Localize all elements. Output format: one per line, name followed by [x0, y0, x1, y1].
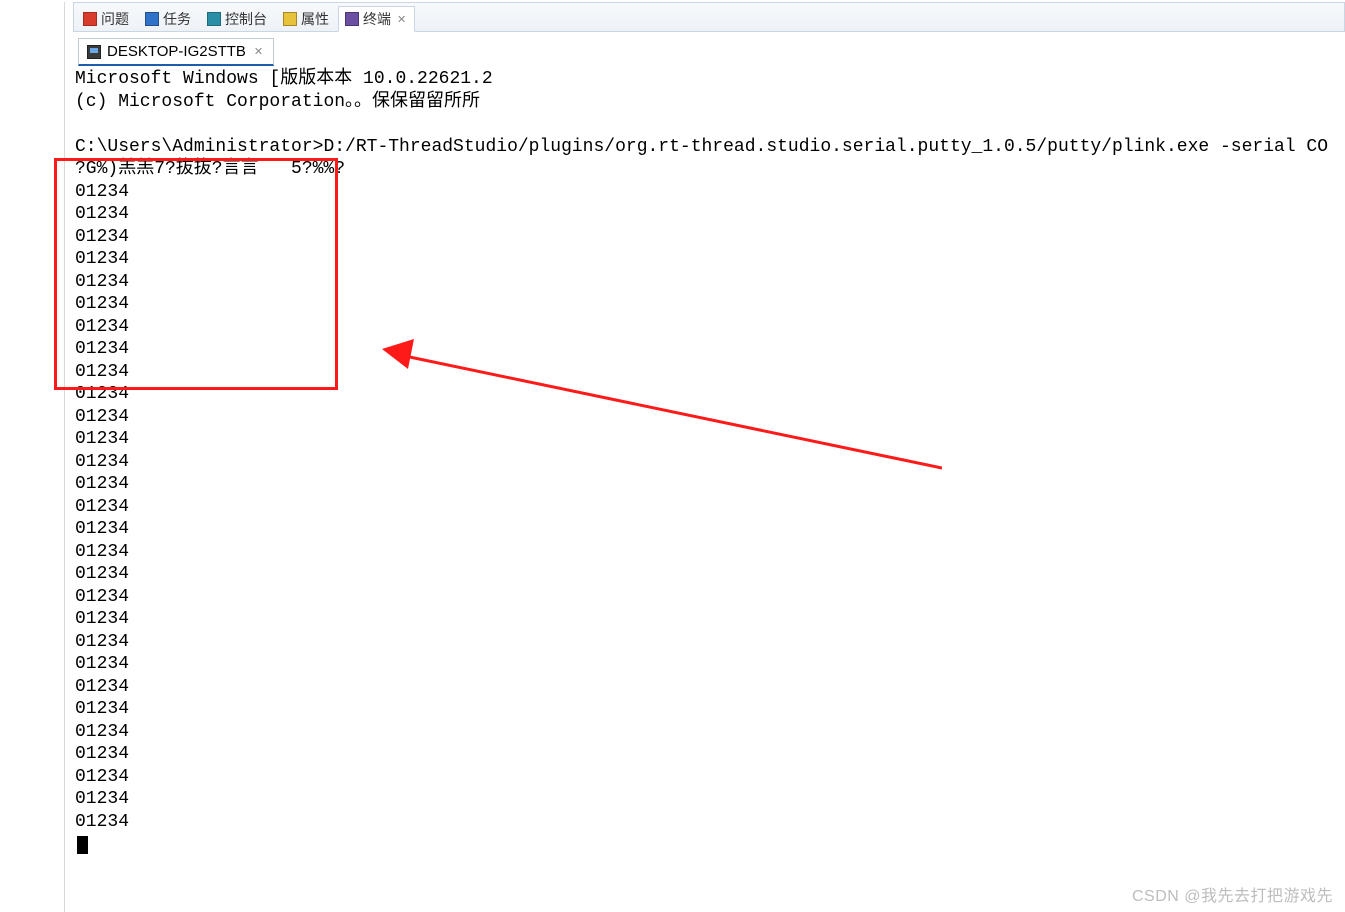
watermark-text: CSDN @我先去打把游戏先: [1132, 882, 1333, 906]
view-tab-label: 终端: [363, 9, 391, 29]
terminal-output-line: 01234: [73, 361, 1345, 384]
view-tab-label: 控制台: [225, 9, 267, 29]
terminal-output-line: 01234: [73, 721, 1345, 744]
terminal-output-line: 01234: [73, 428, 1345, 451]
terminal-output-line: 01234: [73, 293, 1345, 316]
terminal-cursor: [77, 836, 88, 854]
terminal-output-line: 01234: [73, 541, 1345, 564]
terminal-output-line: 01234: [73, 226, 1345, 249]
view-tab-label: 问题: [101, 9, 129, 29]
terminal-output[interactable]: Microsoft Windows [版版本本 10.0.22621.2(c) …: [73, 66, 1345, 912]
terminal-output-line: 01234: [73, 631, 1345, 654]
monitor-icon: [87, 45, 101, 59]
terminal-output-line: 01234: [73, 181, 1345, 204]
view-tab-strip: 问题 任务 控制台 属性 终端 ✕: [73, 2, 1345, 32]
terminal-output-line: 01234: [73, 676, 1345, 699]
view-tab-4[interactable]: 终端 ✕: [338, 6, 415, 32]
view-tab-label: 任务: [163, 9, 191, 29]
terminal-header-line: (c) Microsoft Corporation。。保保留留所所: [73, 91, 1345, 114]
terminal-output-line: 01234: [73, 586, 1345, 609]
view-tab-label: 属性: [301, 9, 329, 29]
terminal-header-line: Microsoft Windows [版版本本 10.0.22621.2: [73, 68, 1345, 91]
view-tab-3[interactable]: 属性: [276, 5, 338, 31]
terminal-command-line: C:\Users\Administrator>D:/RT-ThreadStudi…: [73, 136, 1345, 159]
terminal-output-line: 01234: [73, 766, 1345, 789]
terminal-session-tab[interactable]: DESKTOP-IG2STTB ✕: [78, 38, 274, 66]
terminal-output-line: 01234: [73, 271, 1345, 294]
blue-icon: [145, 12, 159, 26]
terminal-output-line: 01234: [73, 698, 1345, 721]
teal-icon: [207, 12, 221, 26]
terminal-session-label: DESKTOP-IG2STTB: [107, 43, 246, 60]
terminal-garbled-line: ?G%)羔羔7?抜抜?言言 5?%%?: [73, 158, 1345, 181]
terminal-output-line: 01234: [73, 608, 1345, 631]
terminal-output-line: 01234: [73, 811, 1345, 834]
terminal-output-line: 01234: [73, 653, 1345, 676]
close-icon[interactable]: ✕: [397, 13, 406, 26]
view-tab-2[interactable]: 控制台: [200, 5, 276, 31]
terminal-output-line: 01234: [73, 383, 1345, 406]
terminal-output-line: 01234: [73, 496, 1345, 519]
terminal-output-line: 01234: [73, 563, 1345, 586]
terminal-output-line: 01234: [73, 338, 1345, 361]
terminal-output-line: 01234: [73, 316, 1345, 339]
terminal-output-line: 01234: [73, 406, 1345, 429]
terminal-output-line: 01234: [73, 788, 1345, 811]
terminal-output-line: 01234: [73, 203, 1345, 226]
terminal-blank-line: [73, 113, 1345, 136]
terminal-output-line: 01234: [73, 451, 1345, 474]
terminal-session-tab-strip: DESKTOP-IG2STTB ✕: [73, 34, 1345, 66]
terminal-output-line: 01234: [73, 248, 1345, 271]
terminal-output-line: 01234: [73, 743, 1345, 766]
view-tab-1[interactable]: 任务: [138, 5, 200, 31]
purple-icon: [345, 12, 359, 26]
red-icon: [83, 12, 97, 26]
view-tab-0[interactable]: 问题: [76, 5, 138, 31]
terminal-output-line: 01234: [73, 518, 1345, 541]
yellow-icon: [283, 12, 297, 26]
terminal-cursor-line: [73, 833, 1345, 856]
terminal-output-line: 01234: [73, 473, 1345, 496]
close-icon[interactable]: ✕: [254, 45, 263, 58]
